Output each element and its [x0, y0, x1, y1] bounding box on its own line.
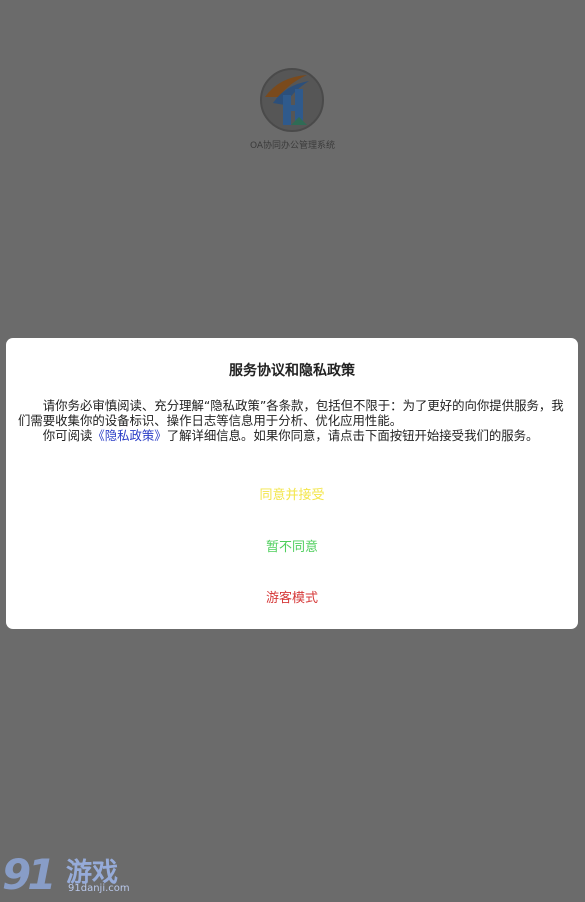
watermark-mark: 91 — [2, 850, 56, 899]
policy-summary-text: 请你务必审慎阅读、充分理解“隐私政策”各条款，包括但不限于：为了更好的向你提供服… — [18, 398, 564, 428]
policy-read-suffix: 了解详细信息。如果你同意，请点击下面按钮开始接受我们的服务。 — [166, 428, 539, 443]
agree-button[interactable]: 同意并接受 — [6, 484, 578, 503]
privacy-dialog: 服务协议和隐私政策 请你务必审慎阅读、充分理解“隐私政策”各条款，包括但不限于：… — [6, 338, 578, 629]
site-watermark: 91 游戏 91danji.com — [2, 848, 142, 899]
guest-mode-button[interactable]: 游客模式 — [6, 587, 578, 606]
dialog-actions: 同意并接受 暂不同意 游客模式 — [6, 338, 578, 629]
privacy-policy-link[interactable]: 《隐私政策》 — [92, 428, 166, 443]
policy-read-prefix: 你可阅读 — [42, 428, 93, 443]
watermark-url: 91danji.com — [68, 883, 130, 894]
dialog-title: 服务协议和隐私政策 — [229, 363, 355, 379]
app-name-caption: OA协同办公管理系统 — [249, 141, 336, 151]
policy-read-text: 你可阅读《隐私政策》了解详细信息。如果你同意，请点击下面按钮开始接受我们的服务。 — [18, 428, 570, 443]
dialog-body: 请你务必审慎阅读、充分理解“隐私政策”各条款，包括但不限于：为了更好的向你提供服… — [18, 398, 570, 443]
disagree-button[interactable]: 暂不同意 — [6, 536, 578, 555]
oa-logo-icon — [259, 67, 325, 133]
